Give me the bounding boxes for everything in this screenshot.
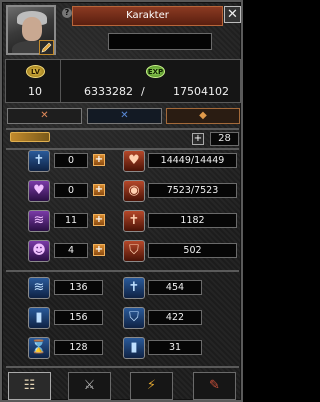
stat-value: 4	[54, 243, 88, 258]
stat-plus-button[interactable]: +	[93, 154, 105, 166]
blade-tab-icon: ✎	[209, 378, 220, 393]
character-card-icon: ☷	[23, 378, 36, 393]
mode-button-3[interactable]: ◆	[166, 108, 240, 124]
x-icon: ✕	[40, 110, 49, 121]
heart-stat-icon: ♥	[28, 180, 50, 202]
tab-blade[interactable]: ✎	[193, 372, 236, 400]
stat-value: 0	[54, 153, 88, 168]
wind-stat-icon: ≋	[28, 210, 50, 232]
window-title: Karakter	[72, 6, 223, 26]
speed-value: 136	[54, 280, 103, 295]
exp-separator: /	[141, 85, 145, 98]
magic-bar-icon: ▮	[28, 307, 50, 329]
character-name-field	[108, 33, 212, 50]
character-window: ? Karakter ✕ LV EXP 10 6333282 / 1750410…	[0, 0, 243, 402]
attack-icon: ✝	[123, 210, 145, 232]
stat-plus-button[interactable]: +	[93, 184, 105, 196]
divider	[6, 270, 239, 272]
exp-current: 6333282	[84, 85, 133, 98]
weapon-bar-icon	[10, 132, 50, 142]
speed-icon: ≋	[28, 277, 50, 299]
pillar-value: 31	[148, 340, 202, 355]
attack-value: 1182	[148, 213, 237, 228]
hourglass-icon: ⌛	[28, 337, 50, 359]
hp-heart-icon: ♥	[123, 150, 145, 172]
mp-value: 7523/7523	[148, 183, 237, 198]
stat-value: 11	[54, 213, 88, 228]
exp-badge: EXP	[146, 65, 165, 78]
head-stat-icon: ☻	[28, 240, 50, 262]
tab-character[interactable]: ☷	[8, 372, 51, 400]
mode-button-1[interactable]: ✕	[7, 108, 82, 124]
pillar-icon: ▮	[123, 337, 145, 359]
tab-skills[interactable]: ⚡	[130, 372, 173, 400]
sword-tab-icon: ⚔	[83, 378, 96, 393]
mode-button-2[interactable]: ✕	[87, 108, 162, 124]
portrait-face	[22, 17, 42, 41]
level-exp-panel: LV EXP 10 6333282 / 17504102	[5, 59, 241, 103]
skill-tab-icon: ⚡	[146, 378, 157, 393]
stat-value: 0	[54, 183, 88, 198]
tab-equipment[interactable]: ⚔	[68, 372, 111, 400]
stat-plus-button[interactable]: +	[93, 244, 105, 256]
magic-attack-value: 454	[148, 280, 202, 295]
magic-defense-icon: ⛉	[123, 307, 145, 329]
sword-stat-icon: ✝	[28, 150, 50, 172]
stat-points-remaining: 28	[210, 132, 239, 146]
blue-x-icon: ✕	[120, 110, 129, 121]
magic-bar-value: 156	[54, 310, 103, 325]
divider	[6, 128, 239, 130]
level-value: 10	[28, 85, 42, 98]
add-points-button[interactable]: +	[192, 133, 204, 145]
divider	[6, 366, 239, 368]
mp-orb-icon: ◉	[123, 180, 145, 202]
magic-defense-value: 422	[148, 310, 202, 325]
hp-value: 14449/14449	[148, 153, 237, 168]
stat-plus-button[interactable]: +	[93, 214, 105, 226]
pencil-icon[interactable]	[39, 40, 54, 55]
level-badge: LV	[26, 65, 45, 78]
magic-attack-icon: ✝	[123, 277, 145, 299]
defense-value: 502	[148, 243, 237, 258]
ornament-icon: ◆	[199, 110, 207, 121]
info-icon[interactable]: ?	[62, 8, 72, 18]
level-exp-divider	[60, 60, 61, 102]
hourglass-value: 128	[54, 340, 103, 355]
exp-max: 17504102	[173, 85, 229, 98]
defense-shield-icon: ⛉	[123, 240, 145, 262]
close-button[interactable]: ✕	[224, 6, 241, 23]
